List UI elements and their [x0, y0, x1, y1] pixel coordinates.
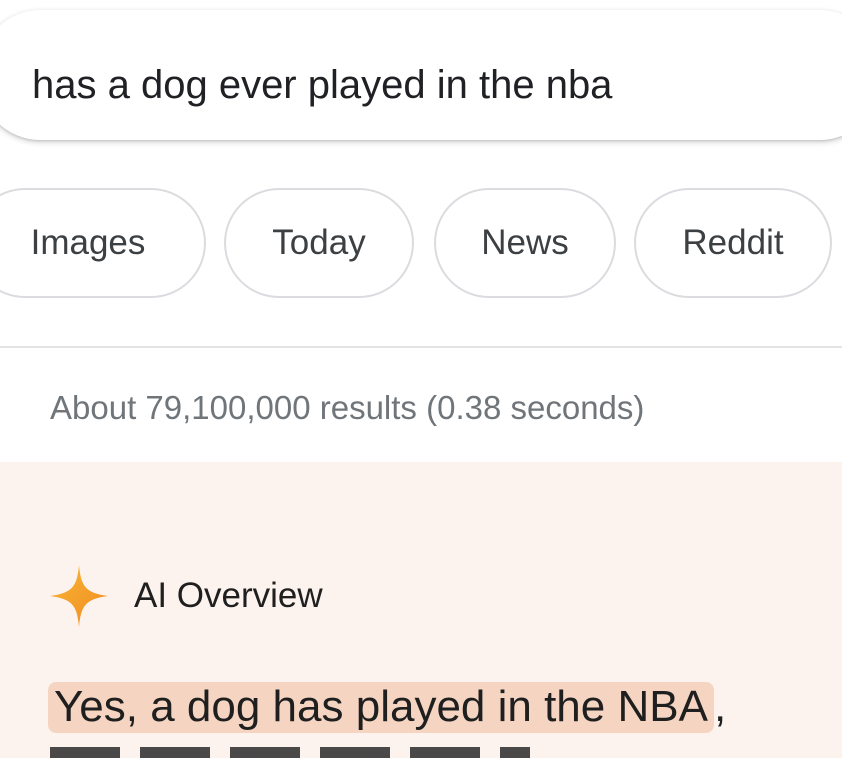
- result-stats: About 79,100,000 results (0.38 seconds): [50, 389, 645, 426]
- chip-images[interactable]: Images: [0, 188, 206, 298]
- search-box[interactable]: has a dog ever played in the nba: [0, 10, 842, 140]
- chip-today[interactable]: Today: [224, 188, 414, 298]
- cut-off-text-line: [50, 747, 530, 758]
- ai-overview-header: AI Overview: [50, 564, 323, 628]
- sparkle-icon: [50, 565, 108, 627]
- answer-trailing: ,: [713, 682, 727, 731]
- ai-overview-panel: AI Overview Yes, a dog has played in the…: [0, 462, 842, 758]
- ai-overview-title: AI Overview: [134, 576, 323, 615]
- search-input[interactable]: has a dog ever played in the nba: [32, 60, 612, 110]
- chip-news[interactable]: News: [434, 188, 616, 298]
- answer-highlight: Yes, a dog has played in the NBA: [48, 682, 714, 733]
- filter-chips: Images Today News Reddit: [0, 188, 842, 300]
- chip-reddit[interactable]: Reddit: [634, 188, 832, 298]
- ai-overview-answer: Yes, a dog has played in the NBA,: [48, 678, 726, 736]
- divider: [0, 346, 842, 348]
